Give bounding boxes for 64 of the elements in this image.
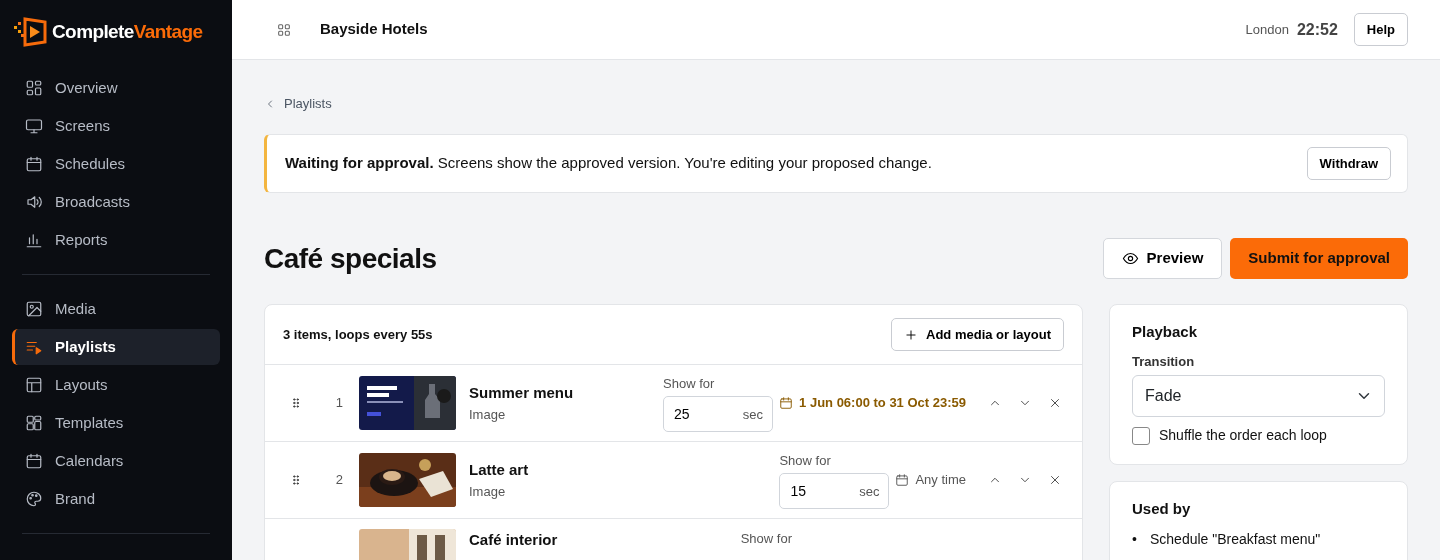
help-button[interactable]: Help bbox=[1353, 12, 1408, 47]
banner-text: Waiting for approval. Screens show the approved version. You're editing your proposed change. bbox=[285, 153, 933, 173]
sidebar-item[interactable]: Broadcasts bbox=[12, 184, 220, 220]
sidebar-item[interactable]: Overview bbox=[12, 70, 220, 106]
item-name: Summer menu bbox=[469, 383, 574, 403]
sidebar-item[interactable]: Calendars bbox=[12, 443, 220, 479]
close-icon bbox=[1048, 473, 1062, 487]
item-number: 2 bbox=[334, 471, 343, 490]
close-icon bbox=[1048, 396, 1062, 410]
speaker-icon bbox=[25, 193, 43, 211]
sidebar-item[interactable]: Screens bbox=[12, 108, 220, 144]
calendar-icon bbox=[25, 452, 43, 470]
withdraw-button[interactable]: Withdraw bbox=[1306, 146, 1391, 180]
template-icon bbox=[25, 414, 43, 432]
submit-button[interactable]: Submit for approval bbox=[1230, 238, 1408, 279]
bar-chart-icon bbox=[25, 231, 43, 249]
schedule-label: 1 Jun 06:00 to 31 Oct 23:59 bbox=[779, 393, 966, 413]
clock-time: 22:52 bbox=[1296, 19, 1338, 40]
sidebar-item[interactable]: Schedules bbox=[12, 146, 220, 182]
panel-title: Playback bbox=[1132, 322, 1199, 342]
schedule-label: Any time bbox=[895, 470, 966, 490]
sidebar-item[interactable]: Brand bbox=[12, 481, 220, 517]
item-type: Image bbox=[469, 405, 507, 424]
monitor-icon bbox=[25, 117, 43, 135]
calendar-icon bbox=[25, 155, 43, 173]
panel-title: Used by bbox=[1132, 499, 1192, 519]
checkbox[interactable] bbox=[1132, 426, 1150, 445]
item-type: Image bbox=[469, 482, 507, 501]
image-icon bbox=[25, 300, 43, 318]
grid-icon bbox=[25, 79, 43, 97]
usage-text: Schedule "Breakfast menu" bbox=[1150, 529, 1321, 549]
calendar-icon bbox=[895, 473, 910, 487]
sidebar-item[interactable]: Templates bbox=[12, 405, 220, 441]
plus-icon bbox=[904, 327, 919, 342]
playlist-summary: 3 items, loops every 55s bbox=[283, 325, 434, 344]
unit-label: sec bbox=[859, 482, 880, 501]
unit-label: sec bbox=[742, 405, 764, 424]
page-title: Café specials bbox=[264, 241, 438, 276]
bullet: • bbox=[1132, 529, 1138, 549]
calendar-icon bbox=[779, 396, 794, 410]
checkbox-label: Shuffle the order each loop bbox=[1159, 426, 1327, 445]
sidebar-item[interactable]: Playlists bbox=[12, 329, 220, 365]
add-media-button[interactable]: Add media or layout bbox=[891, 317, 1064, 352]
back-link[interactable]: Playlists bbox=[264, 94, 332, 114]
sidebar-item[interactable]: Media bbox=[12, 291, 220, 327]
field-label: Transition bbox=[1132, 352, 1196, 371]
layout-icon bbox=[25, 376, 43, 394]
field-label: Show for bbox=[663, 375, 716, 394]
item-name: Café interior bbox=[469, 530, 558, 550]
eye-icon bbox=[1121, 250, 1139, 267]
transition-select[interactable]: Fade bbox=[1132, 375, 1385, 417]
item-number: 1 bbox=[334, 394, 343, 413]
sidebar-item[interactable]: Layouts bbox=[12, 367, 220, 403]
sidebar-item[interactable]: Reports bbox=[12, 222, 220, 258]
field-label: Show for bbox=[779, 452, 832, 471]
logo-text: CompleteVantage bbox=[52, 19, 203, 44]
logo-icon bbox=[14, 16, 48, 48]
field-label: Show for bbox=[740, 530, 792, 548]
item-name: Latte art bbox=[469, 460, 529, 480]
preview-button[interactable]: Preview bbox=[1102, 238, 1223, 279]
city-label: London bbox=[1245, 20, 1289, 39]
palette-icon bbox=[25, 490, 43, 508]
grid-icon bbox=[276, 21, 292, 38]
organisation-name: Bayside Hotels bbox=[320, 19, 428, 40]
